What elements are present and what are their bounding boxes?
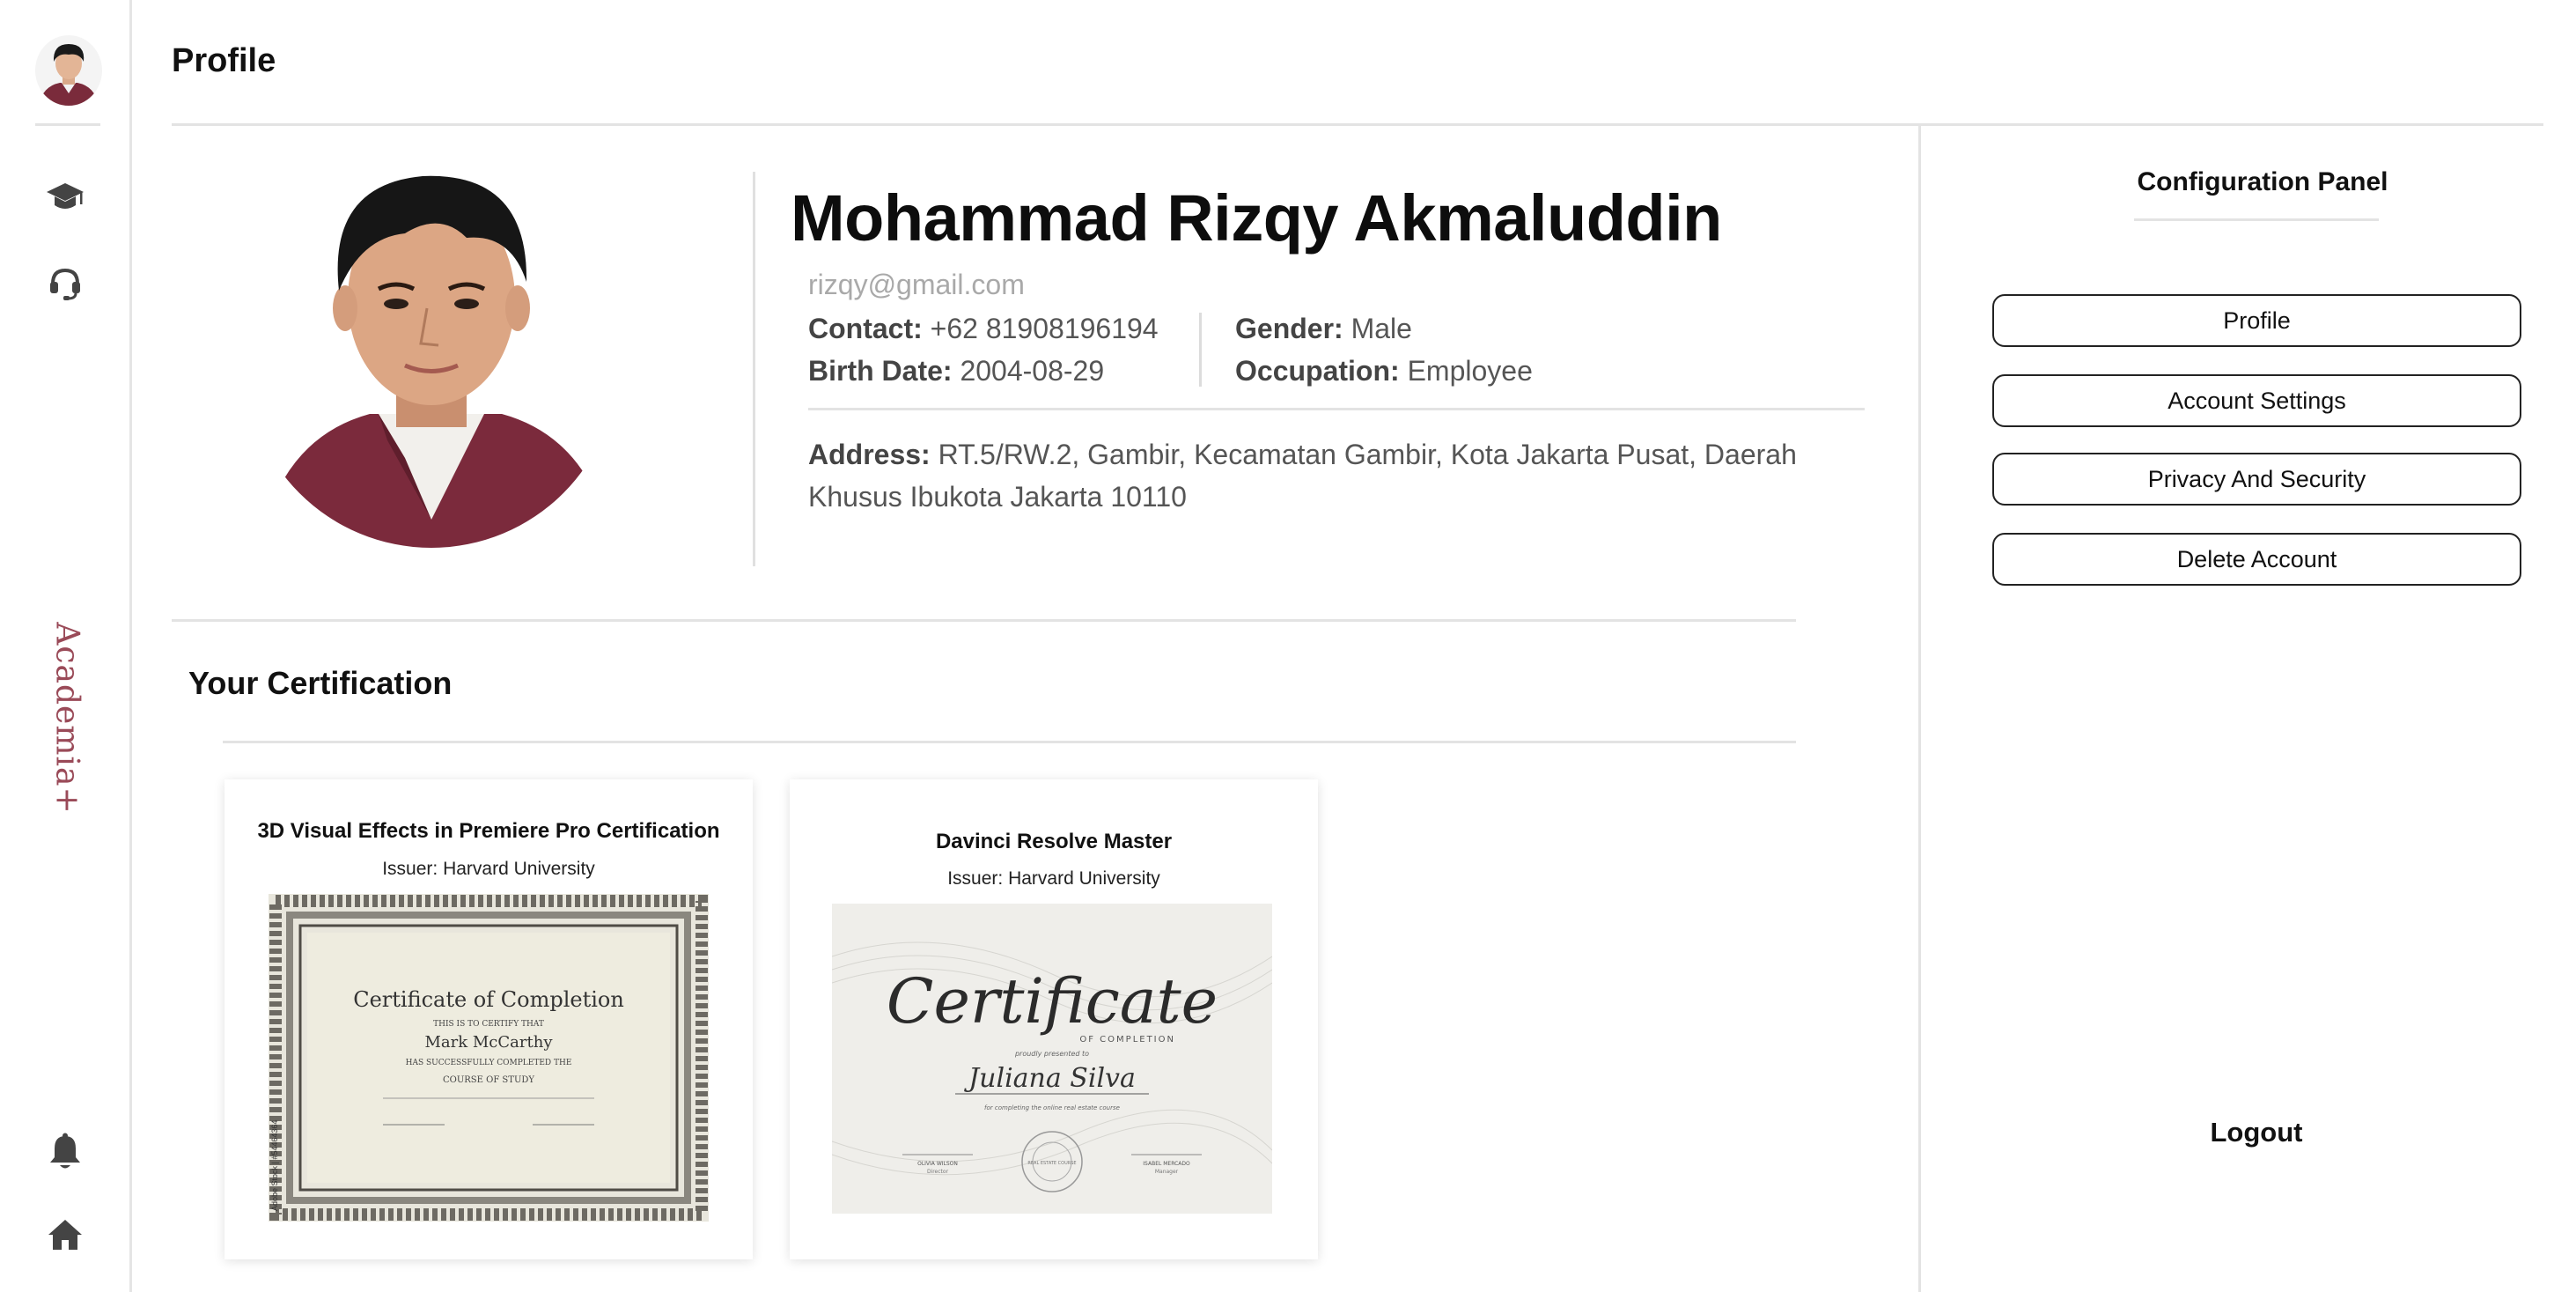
birth-date-label: Birth Date: [808, 355, 953, 387]
section-divider [172, 619, 1796, 622]
graduation-cap-icon[interactable] [40, 173, 90, 222]
home-icon[interactable] [40, 1210, 90, 1259]
address-value: RT.5/RW.2, Gambir, Kecamatan Gambir, Kot… [808, 439, 1797, 513]
certificate-certify: THIS IS TO CERTIFY THAT [433, 1020, 544, 1029]
avatar-image [35, 35, 102, 106]
profile-name: Mohammad Rizqy Akmaluddin [791, 181, 1722, 255]
gender-value: Male [1351, 313, 1412, 344]
delete-account-button[interactable]: Delete Account [1992, 533, 2521, 586]
certificate-heading: Certificate of Completion [353, 987, 624, 1012]
header-divider [172, 123, 2543, 126]
certificate-card[interactable]: 3D Visual Effects in Premiere Pro Certif… [224, 779, 753, 1259]
certificate-presented: proudly presented to [1014, 1050, 1089, 1058]
occupation-value: Employee [1407, 355, 1533, 387]
info-divider [808, 408, 1865, 410]
certificate-recipient: Mark McCarthy [424, 1033, 553, 1052]
certificate-issuer: Issuer: Harvard University [947, 868, 1160, 889]
occupation-info: Occupation: Employee [1235, 355, 1533, 388]
certificate-sign-left-role: Director [927, 1169, 949, 1175]
address-label: Address: [808, 439, 931, 470]
contact-value: +62 81908196194 [930, 313, 1159, 344]
certificate-course: COURSE OF STUDY [443, 1075, 534, 1085]
sidebar-rail: Academia+ [0, 0, 132, 1292]
profile-button[interactable]: Profile [1992, 294, 2521, 347]
panel-title-divider [2134, 218, 2379, 221]
certificate-image: Certificate of Completion THIS IS TO CER… [269, 894, 709, 1222]
certificate-title: 3D Visual Effects in Premiere Pro Certif… [257, 819, 720, 843]
certificate-image: Certificate OF COMPLETION proudly presen… [832, 904, 1272, 1214]
certificate-heading: Certificate [887, 965, 1218, 1037]
gender-label: Gender: [1235, 313, 1343, 344]
panel-title: Configuration Panel [2137, 167, 2388, 196]
certificate-completed: HAS SUCCESSFULLY COMPLETED THE [406, 1059, 572, 1067]
gender-info: Gender: Male [1235, 313, 1412, 345]
certificate-reason: for completing the online real estate co… [984, 1104, 1120, 1111]
page-title: Profile [172, 42, 276, 79]
headset-icon[interactable] [40, 258, 90, 307]
occupation-label: Occupation: [1235, 355, 1400, 387]
certificate-card[interactable]: Davinci Resolve Master Issuer: Harvard U… [790, 779, 1318, 1259]
panel-separator [1918, 125, 1921, 1292]
certificate-sub: OF COMPLETION [1079, 1035, 1175, 1045]
contact-label: Contact: [808, 313, 923, 344]
logout-button[interactable]: Logout [2168, 1117, 2344, 1148]
certificate-title: Davinci Resolve Master [935, 830, 1173, 853]
certificate-issuer: Issuer: Harvard University [382, 859, 595, 879]
certificate-recipient: Juliana Silva [963, 1063, 1136, 1094]
certificate-side-text: Adobe Stock | #54464364 [270, 1120, 279, 1211]
avatar[interactable] [35, 35, 102, 106]
rail-divider [35, 123, 100, 126]
birth-date-value: 2004-08-29 [960, 355, 1105, 387]
account-settings-button[interactable]: Account Settings [1992, 374, 2521, 427]
brand-logo: Academia+ [48, 621, 85, 815]
address-info: Address: RT.5/RW.2, Gambir, Kecamatan Ga… [808, 433, 1873, 518]
profile-email: rizqy@gmail.com [808, 269, 1025, 300]
certificate-sign-right-role: Manager [1155, 1169, 1179, 1175]
privacy-security-button[interactable]: Privacy And Security [1992, 453, 2521, 506]
certificate-sign-left: OLIVIA WILSON [917, 1161, 958, 1167]
bell-icon[interactable] [40, 1127, 90, 1177]
certification-divider [223, 741, 1796, 743]
birth-date-info: Birth Date: 2004-08-29 [808, 355, 1104, 388]
contact-info: Contact: +62 81908196194 [808, 313, 1159, 345]
certificate-sign-right: ISABEL MERCADO [1143, 1161, 1190, 1167]
profile-separator [753, 172, 755, 566]
certification-heading: Your Certification [188, 665, 453, 701]
info-separator [1199, 313, 1202, 387]
profile-photo [245, 150, 634, 568]
certificate-seal: REAL ESTATE COURSE [1027, 1161, 1076, 1166]
